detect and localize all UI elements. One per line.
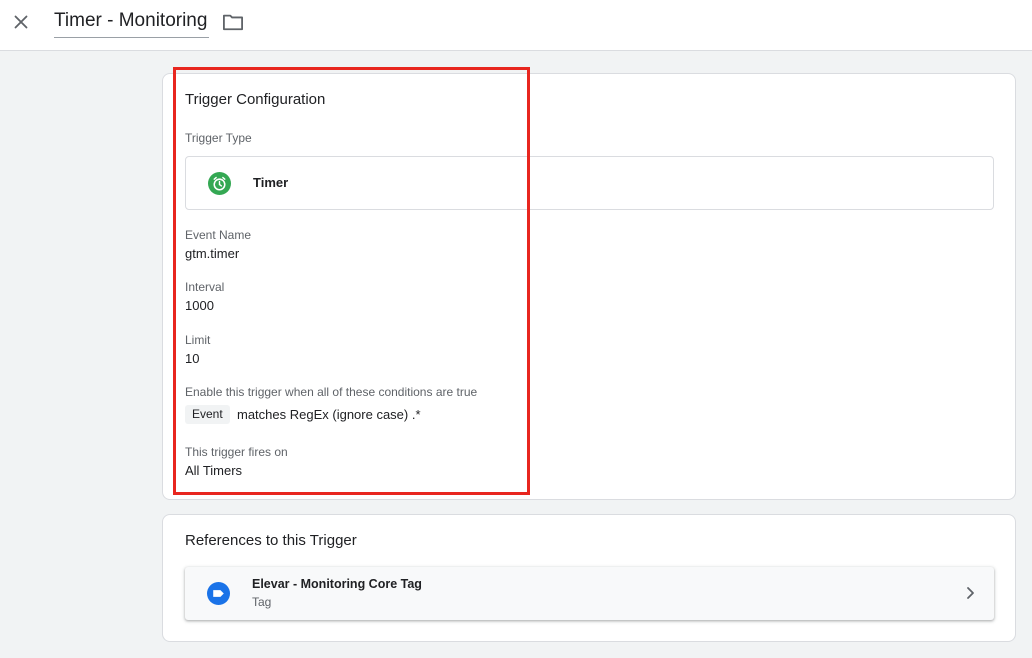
references-title: References to this Trigger (185, 532, 357, 549)
reference-type: Tag (252, 595, 272, 609)
card-title: Trigger Configuration (185, 91, 326, 108)
condition-text: matches RegEx (ignore case) .* (237, 407, 421, 422)
close-icon[interactable] (10, 11, 32, 33)
condition-variable-chip: Event (185, 405, 230, 424)
trigger-name-field[interactable]: Timer - Monitoring (54, 8, 210, 38)
folder-icon[interactable] (222, 12, 244, 32)
chevron-right-icon[interactable] (962, 585, 978, 601)
fires-on-label: This trigger fires on (185, 445, 288, 459)
limit-label: Limit (185, 333, 211, 347)
page-title[interactable]: Timer - Monitoring (54, 10, 207, 31)
timer-icon (208, 172, 231, 195)
event-name-label: Event Name (185, 228, 252, 242)
interval-label: Interval (185, 280, 225, 294)
limit-value: 10 (185, 351, 200, 366)
interval-value: 1000 (185, 298, 214, 313)
event-name-value: gtm.timer (185, 246, 240, 261)
top-bar: Timer - Monitoring (0, 0, 1032, 51)
references-card: References to this Trigger Elevar - Moni… (162, 514, 1016, 642)
fires-on-value: All Timers (185, 463, 243, 478)
trigger-type-box[interactable]: Timer (185, 156, 994, 210)
conditions-label: Enable this trigger when all of these co… (185, 385, 478, 399)
reference-item[interactable]: Elevar - Monitoring Core Tag Tag (185, 567, 994, 620)
trigger-type-name: Timer (253, 175, 289, 190)
trigger-type-label: Trigger Type (185, 131, 252, 145)
tag-icon (207, 582, 230, 605)
trigger-configuration-card[interactable]: Trigger Configuration Trigger Type Timer… (162, 73, 1016, 500)
reference-name: Elevar - Monitoring Core Tag (252, 577, 422, 591)
